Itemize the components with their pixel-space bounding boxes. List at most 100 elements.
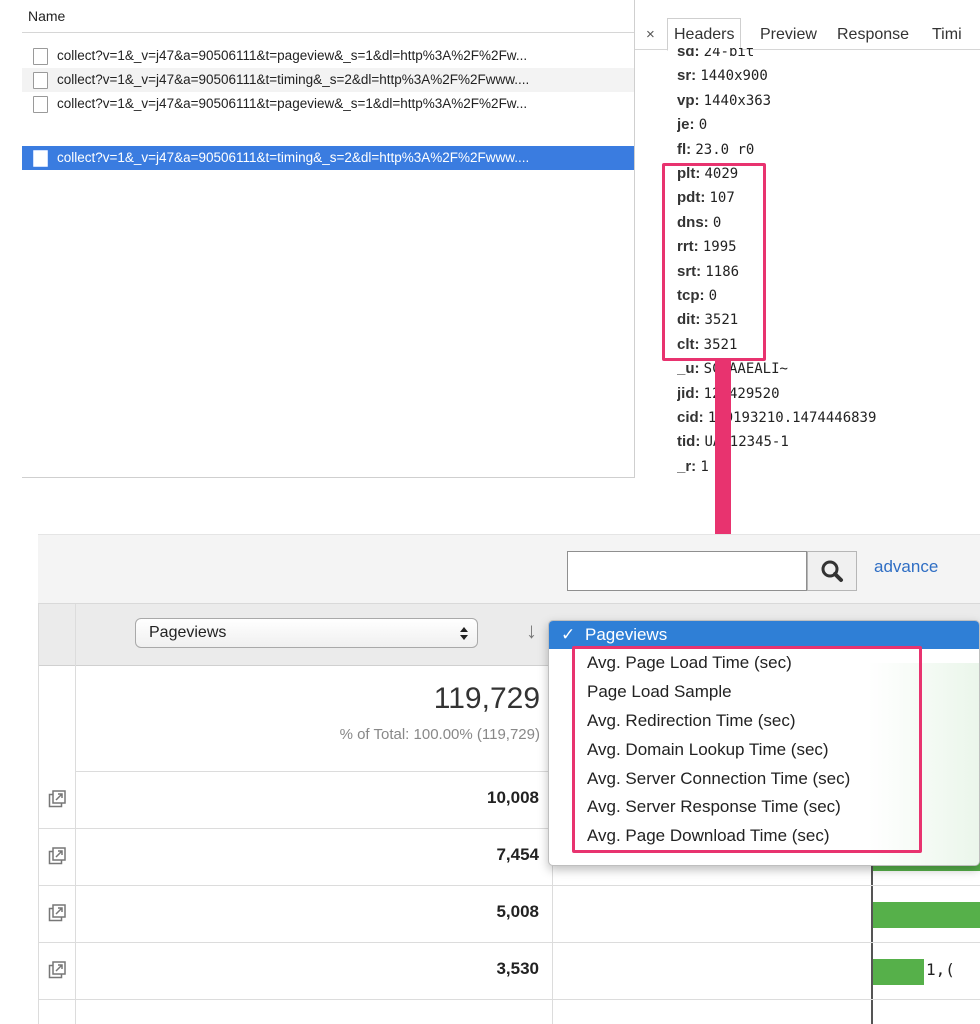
param-key: _u:	[677, 360, 700, 378]
param-value: 0	[712, 214, 722, 231]
tab-response[interactable]: Response	[837, 20, 909, 50]
param-value: 0	[698, 117, 708, 134]
dropdown-option[interactable]: Avg. Redirection Time (sec)	[549, 707, 979, 735]
total-value: 119,729	[433, 682, 540, 715]
request-row-selected[interactable]: collect?v=1&_v=j47&a=90506111&t=timing&_…	[22, 146, 634, 170]
query-param: dit: 3521	[677, 308, 738, 332]
param-key: dit:	[677, 311, 701, 329]
param-value: 3521	[704, 312, 739, 329]
metric-select-value: Pageviews	[149, 624, 227, 641]
metric-dropdown-menu: ✓ Pageviews Avg. Page Load Time (sec) Pag…	[548, 620, 980, 866]
param-value: 1440x900	[700, 68, 768, 85]
row-bar-label: 1,(	[926, 960, 955, 979]
close-icon[interactable]: ×	[646, 20, 655, 50]
query-param: rrt: 1995	[677, 235, 737, 259]
dropdown-option-label: Pageviews	[585, 625, 668, 644]
sort-down-arrow-icon[interactable]: ↓	[526, 618, 537, 644]
report-toolbar: advance	[38, 534, 980, 604]
external-link-icon[interactable]	[48, 847, 66, 865]
param-key: srt:	[677, 262, 702, 280]
request-checkbox[interactable]	[33, 72, 48, 89]
param-key: dns:	[677, 213, 709, 231]
external-link-icon[interactable]	[48, 790, 66, 808]
query-param: dns: 0	[677, 211, 721, 235]
param-key: jid:	[677, 384, 700, 402]
param-value: 1440x363	[703, 92, 772, 109]
param-key: je:	[677, 116, 695, 134]
query-param: clt: 3521	[677, 333, 737, 357]
query-param: tcp: 0	[677, 284, 717, 308]
total-summary: 119,729 % of Total: 100.00% (119,729)	[76, 666, 552, 772]
dropdown-option[interactable]: Avg. Server Response Time (sec)	[549, 793, 979, 821]
request-row[interactable]: collect?v=1&_v=j47&a=90506111&t=pageview…	[22, 44, 634, 68]
query-param: fl: 23.0 r0	[677, 138, 754, 162]
advanced-search-link[interactable]: advance	[874, 557, 938, 577]
param-value: 23.0 r0	[695, 141, 755, 158]
param-value: 24-bit	[703, 48, 755, 60]
search-input[interactable]	[567, 551, 807, 591]
checkmark-icon: ✓	[561, 625, 576, 644]
panel-divider[interactable]	[634, 0, 635, 478]
request-checkbox[interactable]	[33, 48, 48, 65]
tab-headers[interactable]: Headers	[667, 18, 742, 51]
param-value: 4029	[704, 166, 739, 182]
param-value: 0	[708, 288, 718, 304]
row-value: 10,008	[487, 788, 539, 807]
dropdown-option[interactable]: Avg. Server Connection Time (sec)	[549, 765, 979, 793]
dropdown-option[interactable]: Avg. Page Load Time (sec)	[549, 649, 979, 677]
request-checkbox[interactable]	[33, 150, 48, 167]
request-name: collect?v=1&_v=j47&a=90506111&t=pageview…	[57, 48, 528, 63]
row-value: 3,530	[496, 959, 539, 978]
request-checkbox[interactable]	[33, 96, 48, 113]
param-value: 1995	[702, 239, 737, 256]
query-param: vp: 1440x363	[677, 89, 771, 113]
param-key: fl:	[677, 140, 692, 158]
query-param: srt: 1186	[677, 260, 739, 284]
dropdown-option[interactable]: Avg. Page Download Time (sec)	[549, 822, 979, 850]
row-bar	[873, 902, 980, 928]
external-link-icon[interactable]	[48, 961, 66, 979]
external-link-icon[interactable]	[48, 904, 66, 922]
query-param: pdt: 107	[677, 186, 735, 210]
total-percentage: % of Total: 100.00% (119,729)	[339, 726, 540, 743]
param-key: sd:	[677, 48, 700, 60]
query-param: plt: 4029	[677, 162, 738, 186]
request-name: collect?v=1&_v=j47&a=90506111&t=timing&_…	[57, 72, 530, 87]
search-icon	[821, 560, 843, 582]
table-row: 5,008	[39, 886, 980, 943]
query-param: sr: 1440x900	[677, 64, 768, 88]
dropdown-option[interactable]: Page Load Sample	[549, 678, 979, 706]
param-key: sr:	[677, 67, 697, 85]
param-key: tcp:	[677, 287, 705, 304]
param-key: vp:	[677, 91, 700, 109]
tab-timing[interactable]: Timi	[932, 20, 962, 50]
tab-preview[interactable]: Preview	[760, 20, 817, 50]
row-bar	[873, 959, 924, 985]
param-value: 1186	[705, 263, 740, 280]
network-request-list: Name collect?v=1&_v=j47&a=90506111&t=pag…	[22, 0, 634, 478]
devtools-network-panel: Name collect?v=1&_v=j47&a=90506111&t=pag…	[0, 0, 980, 478]
request-row[interactable]: collect?v=1&_v=j47&a=90506111&t=pageview…	[22, 92, 634, 116]
table-row: 3,530 1,(	[39, 943, 980, 1000]
query-param: sd: 24-bit	[677, 48, 754, 64]
dropdown-option-selected[interactable]: ✓ Pageviews	[549, 621, 979, 649]
metric-select[interactable]: Pageviews	[135, 618, 478, 648]
param-key: pdt:	[677, 189, 706, 207]
param-key: _r:	[677, 457, 697, 475]
row-value: 7,454	[496, 845, 539, 864]
query-param: je: 0	[677, 113, 707, 137]
detail-tab-bar: × Headers Preview Response Timi	[635, 14, 980, 51]
request-name: collect?v=1&_v=j47&a=90506111&t=pageview…	[57, 96, 528, 111]
select-stepper-icon	[459, 619, 469, 657]
param-key: tid:	[677, 433, 701, 451]
param-key: rrt:	[677, 238, 699, 256]
param-key: clt:	[677, 335, 700, 353]
param-key: plt:	[677, 165, 701, 182]
request-row[interactable]: collect?v=1&_v=j47&a=90506111&t=timing&_…	[22, 68, 634, 92]
name-column-header[interactable]: Name	[22, 0, 634, 33]
dropdown-option[interactable]: Avg. Domain Lookup Time (sec)	[549, 736, 979, 764]
request-name: collect?v=1&_v=j47&a=90506111&t=timing&_…	[57, 150, 530, 165]
param-value: 107	[709, 190, 735, 207]
search-button[interactable]	[807, 551, 857, 591]
param-value: 3521	[703, 336, 738, 353]
